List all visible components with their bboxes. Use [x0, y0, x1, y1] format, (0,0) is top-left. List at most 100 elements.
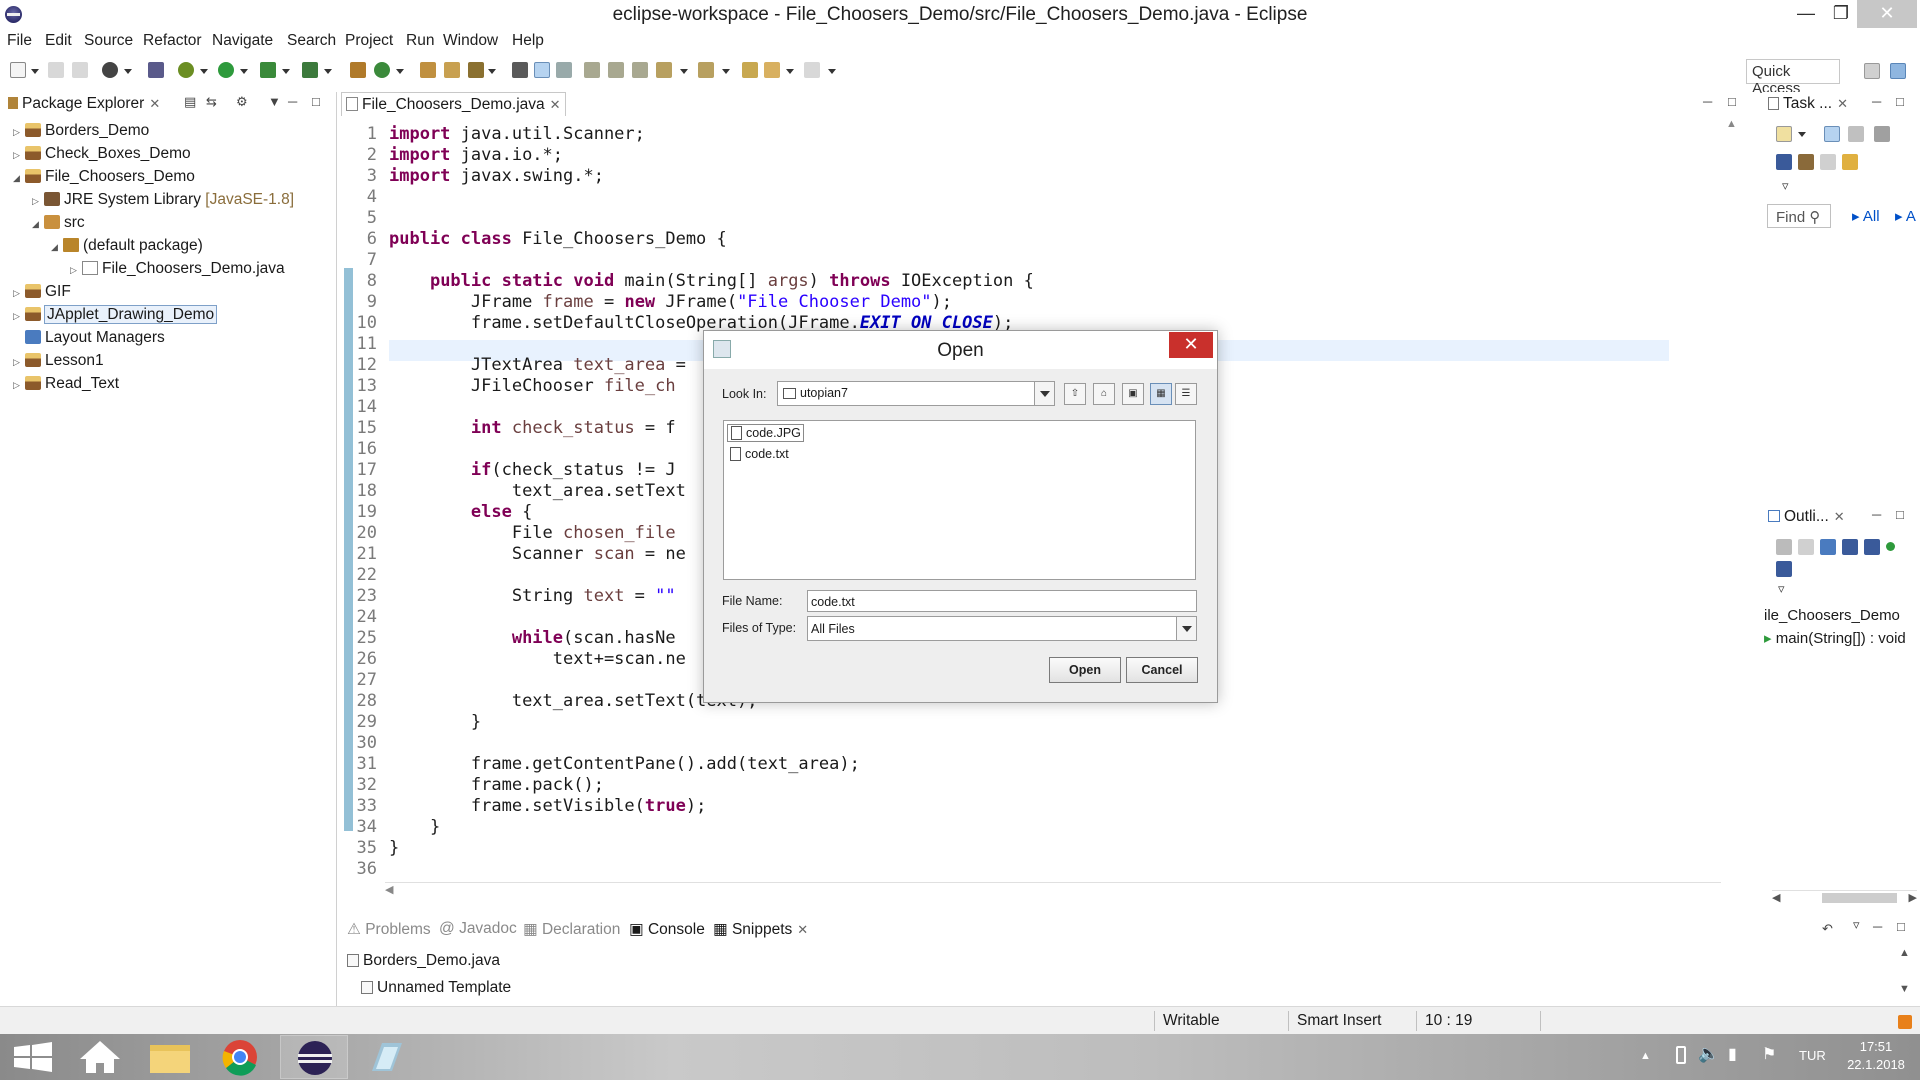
view-menu-chevron-down-icon[interactable]: ▿ [1782, 178, 1789, 194]
bottom-vertical-scrollbar[interactable]: ▲ ▼ [1899, 947, 1910, 995]
battery-icon[interactable] [1676, 1046, 1686, 1064]
chevron-down-icon[interactable] [1176, 617, 1196, 640]
focus-on-active-task-icon[interactable] [1776, 539, 1792, 555]
collapse-icon[interactable]: ◢ [32, 219, 44, 230]
list-view-button[interactable]: ▦ [1150, 383, 1172, 405]
close-window-button[interactable]: ✕ [1857, 0, 1917, 28]
taskbar-eclipse[interactable] [280, 1035, 348, 1079]
file-item-code-txt[interactable]: code.txt [727, 446, 791, 464]
show-whitespace-icon[interactable] [556, 62, 572, 78]
view-menu-chevron-down-icon[interactable]: ▼ [268, 94, 281, 109]
expand-icon[interactable]: ▷ [13, 127, 25, 138]
view-menu-chevron-down-icon[interactable]: ▿ [1778, 581, 1785, 597]
close-view-icon[interactable]: ✕ [797, 922, 808, 937]
taskbar-java-app[interactable] [352, 1035, 420, 1079]
new-task-icon[interactable] [1776, 126, 1792, 142]
expand-icon[interactable]: ▷ [13, 357, 25, 368]
java-perspective-icon[interactable] [1890, 63, 1906, 79]
expand-icon[interactable]: ▷ [13, 380, 25, 391]
sort-icon[interactable] [1820, 539, 1836, 555]
forward-dropdown-icon[interactable] [828, 69, 836, 74]
expand-icon[interactable]: ▷ [32, 196, 44, 207]
chevron-down-icon[interactable] [1034, 382, 1054, 405]
back-dropdown-icon[interactable] [786, 69, 794, 74]
menu-edit[interactable]: Edit [45, 32, 72, 50]
activate-link[interactable]: ▸ A [1895, 207, 1916, 225]
tree-item-src[interactable]: ◢ src [32, 214, 85, 236]
collapse-icon[interactable]: ◢ [13, 173, 25, 184]
customize-icon[interactable]: ↶ [1822, 921, 1833, 937]
search-dropdown-icon[interactable] [488, 69, 496, 74]
link-icon[interactable] [1842, 154, 1858, 170]
link-with-editor-icon[interactable]: ⇆ [206, 94, 217, 110]
tab-problems[interactable]: ⚠ Problems [345, 917, 433, 941]
minimize-view-icon[interactable]: ─ [288, 94, 297, 109]
menu-source[interactable]: Source [84, 32, 133, 50]
hide-local-types-icon[interactable] [1776, 561, 1792, 577]
snippet-category[interactable]: Borders_Demo.java [347, 952, 500, 974]
maximize-view-icon[interactable]: □ [1896, 94, 1904, 109]
taskbar-file-explorer[interactable] [136, 1035, 204, 1079]
tree-item-borders-demo[interactable]: ▷ Borders_Demo [13, 122, 149, 144]
tab-snippets[interactable]: ▦ Snippets ✕ [711, 917, 811, 941]
tree-item-file-choosers-demo-java[interactable]: ▷ File_Choosers_Demo.java [70, 260, 285, 282]
expand-icon[interactable]: ▷ [13, 150, 25, 161]
back-icon[interactable] [764, 62, 780, 78]
external-tools-icon[interactable] [302, 62, 318, 78]
menu-project[interactable]: Project [345, 32, 393, 50]
block-selection-icon[interactable] [584, 62, 600, 78]
expand-icon[interactable]: ▷ [13, 311, 25, 322]
categorized-icon[interactable] [1824, 126, 1840, 142]
minimize-view-icon[interactable]: ─ [1872, 94, 1881, 109]
hide-static-icon[interactable] [1864, 539, 1880, 555]
file-list[interactable]: code.JPG code.txt [723, 420, 1196, 580]
external-tools-dropdown-icon[interactable] [324, 69, 332, 74]
task-list-tab[interactable]: Task ... ✕ [1764, 92, 1852, 116]
menu-help[interactable]: Help [512, 32, 544, 50]
skip-breakpoints-icon[interactable] [148, 62, 164, 78]
search-icon[interactable] [468, 62, 484, 78]
snippet-item[interactable]: Unnamed Template [361, 979, 511, 1001]
open-type-icon[interactable] [420, 62, 436, 78]
minimize-editor-icon[interactable]: ─ [1703, 94, 1712, 109]
outline-horizontal-scrollbar[interactable]: ◀ ▶ [1772, 890, 1917, 904]
next-location-dropdown-icon[interactable] [680, 69, 688, 74]
menu-refactor[interactable]: Refactor [143, 32, 202, 50]
taskbar-chrome[interactable] [206, 1035, 274, 1079]
scheduled-icon[interactable] [1848, 126, 1864, 142]
rss-icon[interactable] [1898, 1015, 1912, 1029]
tab-console[interactable]: ▣ Console [627, 917, 707, 941]
quick-access-field[interactable]: Quick Access [1746, 59, 1840, 97]
previous-location-dropdown-icon[interactable] [722, 69, 730, 74]
expand-icon[interactable]: ▷ [70, 265, 82, 276]
save-all-icon[interactable] [72, 62, 88, 78]
tree-item-jre-system-library[interactable]: ▷ JRE System Library [JavaSE-1.8] [32, 191, 294, 213]
menu-window[interactable]: Window [443, 32, 498, 50]
profile-dropdown-icon[interactable] [124, 69, 132, 74]
new-icon[interactable] [10, 62, 26, 78]
file-item-code-jpg[interactable]: code.JPG [727, 424, 804, 442]
start-button[interactable] [0, 1035, 68, 1079]
outline-method-item[interactable]: ▸ main(String[]) : void [1764, 629, 1906, 651]
all-tasks-link[interactable]: ▸ All [1852, 207, 1880, 225]
outline-class-item[interactable]: ile_Choosers_Demo [1764, 607, 1900, 629]
show-only-my-tasks-icon[interactable] [1776, 154, 1792, 170]
create-new-folder-button[interactable]: ▣ [1122, 383, 1144, 405]
tree-item-file-choosers-demo[interactable]: ◢ File_Choosers_Demo [13, 168, 195, 190]
view-menu-chevron-down-icon[interactable]: ▿ [1853, 917, 1860, 933]
open-button[interactable]: Open [1049, 657, 1121, 683]
coverage-icon[interactable] [260, 62, 276, 78]
new-java-class-icon[interactable] [374, 62, 390, 78]
outline-tab[interactable]: Outli... ✕ [1764, 505, 1849, 529]
files-of-type-combobox[interactable]: All Files [807, 616, 1197, 641]
menu-search[interactable]: Search [287, 32, 336, 50]
next-annotation-icon[interactable] [512, 62, 528, 78]
close-editor-icon[interactable]: ✕ [550, 97, 561, 112]
maximize-view-icon[interactable]: □ [312, 94, 320, 109]
synchronize-icon[interactable] [1798, 154, 1814, 170]
input-language[interactable]: TUR [1799, 1048, 1826, 1063]
focus-icon[interactable] [1874, 126, 1890, 142]
open-perspective-icon[interactable] [1864, 63, 1880, 79]
taskbar-clock[interactable]: 17:51 22.1.2018 [1836, 1038, 1916, 1074]
volume-icon[interactable]: 🔈 [1698, 1044, 1719, 1064]
